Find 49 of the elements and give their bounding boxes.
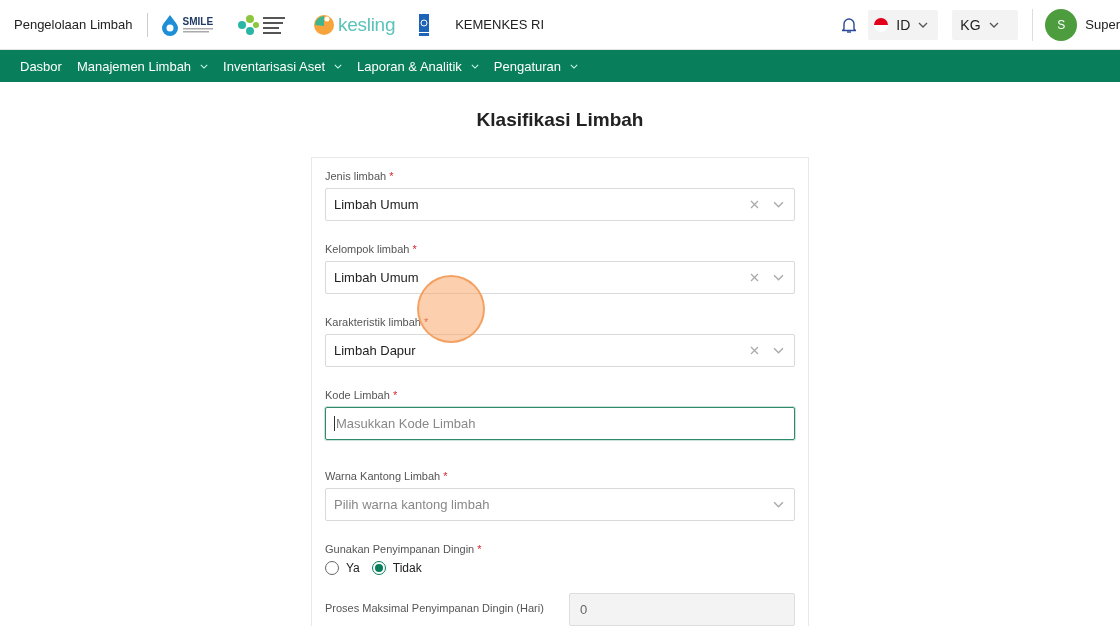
radio-option[interactable]: Ya (325, 561, 360, 575)
chevron-down-icon (773, 274, 784, 281)
user-name[interactable]: Super (1085, 17, 1120, 32)
field-label: Kode Limbah (325, 389, 390, 401)
nav-menu-item[interactable]: Laporan & Analitik (357, 58, 479, 74)
input-field[interactable]: Masukkan Kode Limbah (325, 407, 795, 440)
required-mark: * (392, 389, 398, 401)
select-field[interactable]: Limbah Umum (325, 261, 795, 294)
nav-menu-item[interactable]: Manajemen Limbah (76, 58, 209, 74)
field-label: Warna Kantong Limbah (325, 470, 441, 482)
chevron-down-icon (773, 501, 784, 508)
field-label: Jenis limbah (325, 170, 387, 182)
app-title: Pengelolaan Limbah (14, 17, 133, 32)
field-label: Gunakan Penyimpanan Dingin (325, 543, 475, 555)
required-mark: * (389, 170, 394, 182)
droplet-logo-icon (159, 13, 180, 36)
flag-icon (874, 17, 889, 32)
chevron-down-icon (918, 21, 929, 28)
chevron-down-icon (773, 201, 784, 208)
logo-text: kesling (338, 13, 396, 36)
chevron-down-icon (200, 63, 209, 69)
select-field[interactable]: Pilih warna kantong limbah (325, 488, 795, 521)
page-title: Klasifikasi Limbah (476, 109, 644, 131)
language-selector[interactable]: ID (868, 9, 939, 40)
required-mark: * (477, 543, 482, 555)
chevron-down-icon (334, 63, 342, 69)
chevron-down-icon (470, 63, 479, 69)
logo-subtitle-drawing (182, 28, 213, 33)
logo-text: SMILE (182, 16, 214, 27)
required-mark: * (443, 470, 448, 482)
required-mark: * (412, 243, 417, 255)
unit-selector[interactable]: KG (952, 9, 1019, 40)
chevron-down-icon (773, 347, 784, 354)
field-label: Kelompok limbah (325, 243, 410, 255)
user-avatar[interactable]: S (1045, 8, 1078, 41)
nav-menu-item[interactable]: Inventarisasi Aset (223, 58, 342, 74)
chevron-down-icon (570, 63, 579, 69)
organization-name: KEMENKES RI (455, 17, 544, 32)
select-field[interactable]: Limbah Dapur (325, 334, 795, 367)
chevron-down-icon (988, 21, 999, 28)
field-label: Karakteristik limbah (325, 316, 421, 328)
select-field[interactable]: Limbah Umum (325, 188, 795, 221)
nav-menu-item[interactable]: Pengaturan (493, 58, 579, 74)
nav-menu-item[interactable]: Dasbor (20, 58, 62, 74)
bell-icon[interactable] (842, 16, 857, 33)
radio-option[interactable]: Tidak (371, 561, 422, 575)
field-label: Proses Maksimal Penyimpanan Dingin (Hari) (325, 602, 544, 614)
required-mark: * (424, 316, 429, 328)
un-logo-icon (419, 13, 430, 36)
